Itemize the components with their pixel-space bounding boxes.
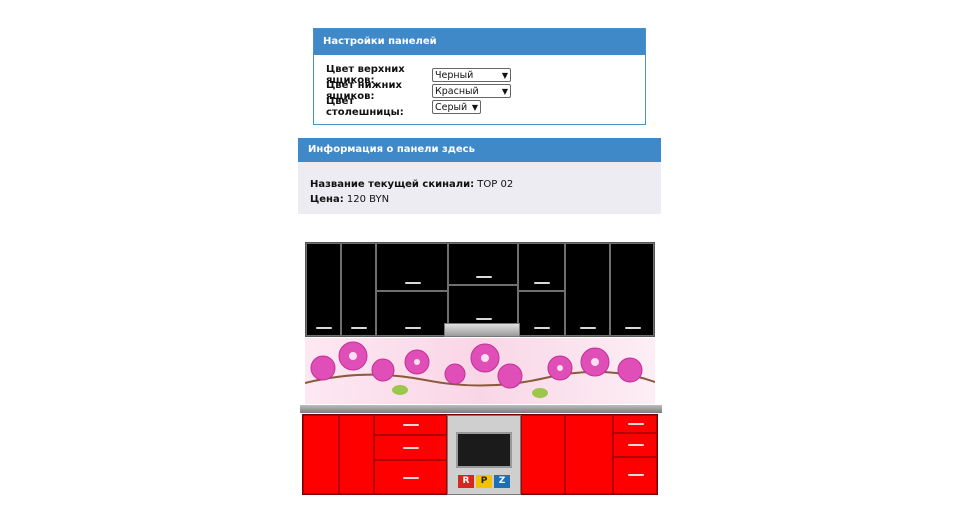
lower-drawer: [613, 457, 657, 494]
oven-logo-letter: R: [458, 475, 474, 488]
oven-logo: R P Z: [458, 475, 510, 488]
lower-color-select[interactable]: Красный ▼: [432, 84, 511, 98]
info-rows: Название текущей скинали: TOP 02 Цена: 1…: [310, 177, 513, 207]
lower-drawer: [374, 435, 447, 460]
orchid-backsplash: [305, 338, 655, 404]
oven-window: [456, 432, 512, 468]
upper-door: [518, 291, 565, 336]
countertop: [300, 405, 662, 413]
price-value: 120 BYN: [346, 194, 390, 205]
range-hood: [444, 323, 520, 337]
lower-cabinets: R P Z: [302, 414, 658, 495]
price-row: Цена: 120 BYN: [310, 192, 513, 207]
countertop-color-select[interactable]: Серый ▼: [432, 100, 481, 114]
lower-door: [565, 415, 613, 494]
oven-logo-letter: Z: [494, 475, 510, 488]
upper-door: [565, 243, 610, 336]
upper-door: [376, 243, 448, 291]
lower-color-value: Красный: [435, 85, 479, 97]
settings-rows: Цвет верхних ящиков: Черный ▼ Цвет нижни…: [326, 64, 511, 118]
lower-door: [521, 415, 565, 494]
countertop-color-row: Цвет столешницы: Серый ▼: [326, 96, 511, 118]
lower-drawer: [374, 460, 447, 494]
upper-door: [518, 243, 565, 291]
lower-drawer: [613, 433, 657, 457]
lower-drawer: [374, 415, 447, 435]
lower-drawer: [613, 415, 657, 433]
chevron-down-icon: ▼: [471, 102, 478, 112]
upper-color-select[interactable]: Черный ▼: [432, 68, 511, 82]
skinali-name-row: Название текущей скинали: TOP 02: [310, 177, 513, 192]
price-label: Цена:: [310, 194, 344, 205]
lower-door: [339, 415, 374, 494]
kitchen-preview: R P Z: [300, 240, 662, 495]
lower-door: [303, 415, 339, 494]
countertop-color-label: Цвет столешницы:: [326, 96, 404, 118]
upper-color-value: Черный: [435, 69, 474, 81]
orchid-flowers-image: [305, 341, 655, 398]
countertop-color-value: Серый: [435, 101, 468, 113]
panel-settings: Настройки панелей Цвет верхних ящиков: Ч…: [313, 28, 646, 125]
upper-door: [376, 291, 448, 336]
upper-door: [610, 243, 654, 336]
skinali-name-value: TOP 02: [477, 179, 514, 190]
oven: R P Z: [447, 415, 521, 495]
skinali-name-label: Название текущей скинали:: [310, 179, 475, 190]
chevron-down-icon: ▼: [501, 86, 508, 96]
panel-info: Информация о панели здесь Название текущ…: [298, 138, 661, 214]
chevron-down-icon: ▼: [501, 70, 508, 80]
upper-door: [306, 243, 341, 336]
upper-door: [341, 243, 376, 336]
upper-door: [448, 243, 518, 285]
upper-door: [448, 285, 518, 327]
info-panel-title: Информация о панели здесь: [298, 138, 661, 162]
settings-panel-title: Настройки панелей: [314, 29, 645, 55]
oven-logo-letter: P: [476, 475, 492, 488]
